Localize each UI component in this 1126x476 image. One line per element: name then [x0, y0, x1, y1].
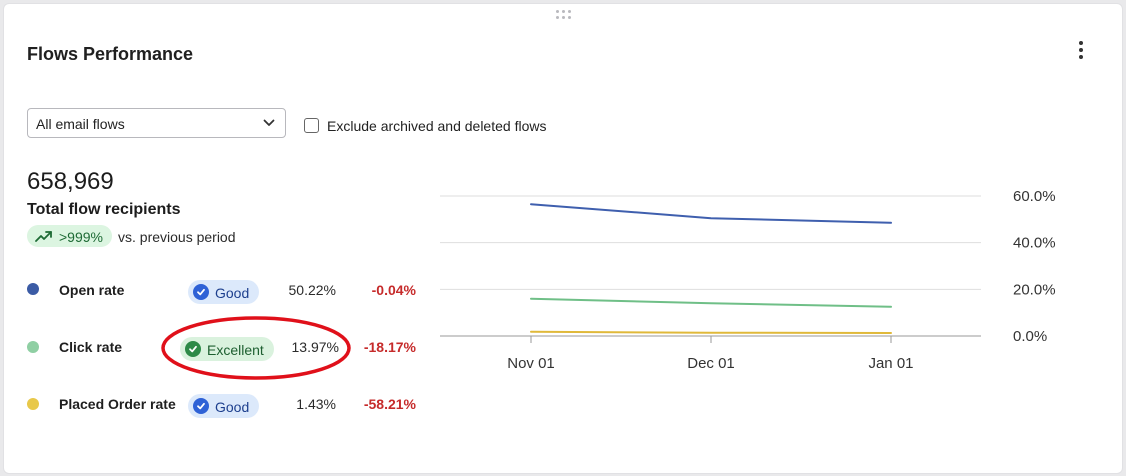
x-tick-label: Dec 01	[687, 355, 735, 372]
y-tick-label: 60.0%	[1013, 188, 1056, 205]
y-tick-label: 40.0%	[1013, 235, 1056, 252]
series-line-2[interactable]	[530, 297, 892, 308]
flows-performance-card: Flows Performance All email flows Exclud…	[3, 3, 1123, 474]
series-line-1[interactable]	[530, 203, 892, 224]
rates-line-chart: 60.0% 40.0% 20.0% 0.0% Nov 01 Dec 01 Jan 01	[440, 188, 1056, 372]
y-tick-label: 20.0%	[1013, 281, 1056, 298]
x-tick-label: Jan 01	[868, 355, 913, 372]
x-tick-label: Nov 01	[507, 355, 555, 372]
y-tick-label: 0.0%	[1013, 328, 1047, 345]
series-line-3[interactable]	[530, 330, 892, 334]
